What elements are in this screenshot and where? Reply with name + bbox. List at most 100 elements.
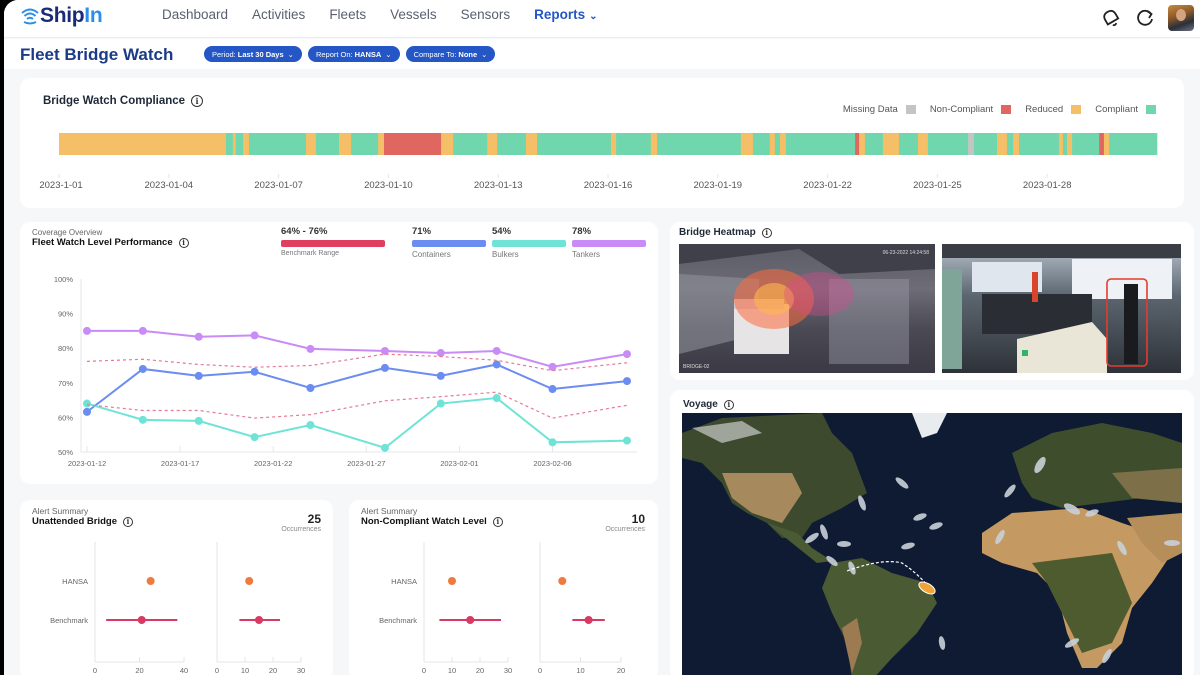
compliance-segment-reduced[interactable] bbox=[859, 133, 866, 155]
data-point-tankers[interactable] bbox=[83, 326, 91, 335]
compliance-segment-compliant[interactable] bbox=[927, 133, 969, 155]
data-point-bulkers[interactable] bbox=[306, 421, 315, 430]
compliance-segment-reduced[interactable] bbox=[882, 133, 900, 155]
nav-item-fleets[interactable]: Fleets bbox=[329, 7, 366, 22]
compliance-segment-non-compliant[interactable] bbox=[855, 133, 860, 155]
compliance-segment-compliant[interactable] bbox=[1006, 133, 1014, 155]
compliance-segment-compliant[interactable] bbox=[1072, 133, 1100, 155]
data-point-bulkers[interactable] bbox=[548, 438, 557, 447]
camera-feed-heatmap[interactable]: 06-23-2022 14:24:58 BRIDGE-02 bbox=[679, 244, 935, 373]
compliance-segment-reduced[interactable] bbox=[232, 133, 237, 155]
info-icon[interactable]: i bbox=[723, 399, 734, 410]
compliance-segment-compliant[interactable] bbox=[785, 133, 856, 155]
benchmark-point[interactable] bbox=[137, 616, 146, 624]
data-point-containers[interactable] bbox=[306, 383, 315, 392]
nav-item-activities[interactable]: Activities bbox=[252, 7, 305, 22]
data-point-tankers[interactable] bbox=[250, 331, 259, 340]
data-point-bulkers[interactable] bbox=[250, 433, 259, 442]
hansa-point[interactable] bbox=[558, 577, 567, 585]
compliance-segment-compliant[interactable] bbox=[1109, 133, 1158, 155]
compliance-segment-reduced[interactable] bbox=[997, 133, 1008, 155]
compliance-segment-compliant[interactable] bbox=[235, 133, 244, 155]
data-point-tankers[interactable] bbox=[623, 350, 631, 359]
filter-dropdown-0[interactable]: Period: Last 30 Days ⌄ bbox=[204, 46, 302, 62]
data-point-tankers[interactable] bbox=[436, 349, 445, 358]
data-point-containers[interactable] bbox=[436, 371, 445, 380]
info-icon[interactable]: i bbox=[761, 227, 772, 238]
compliance-segment-reduced[interactable] bbox=[378, 133, 385, 155]
compliance-segment-reduced[interactable] bbox=[1103, 133, 1110, 155]
filter-dropdown-1[interactable]: Report On: HANSA ⌄ bbox=[307, 46, 400, 62]
compliance-segment-reduced[interactable] bbox=[650, 133, 658, 155]
compliance-segment-compliant[interactable] bbox=[1062, 133, 1068, 155]
hansa-point[interactable] bbox=[448, 577, 456, 585]
refresh-icon[interactable] bbox=[1134, 7, 1156, 29]
data-point-containers[interactable] bbox=[83, 407, 91, 416]
bell-icon[interactable] bbox=[1100, 7, 1122, 29]
compliance-segment-reduced[interactable] bbox=[243, 133, 250, 155]
compliance-segment-reduced[interactable] bbox=[918, 133, 929, 155]
compliance-segment-compliant[interactable] bbox=[536, 133, 612, 155]
compliance-segment-compliant[interactable] bbox=[351, 133, 379, 155]
compliance-segment-compliant[interactable] bbox=[898, 133, 919, 155]
benchmark-point[interactable] bbox=[255, 616, 263, 624]
voyage-map[interactable] bbox=[682, 413, 1182, 675]
compliance-segment-reduced[interactable] bbox=[59, 133, 227, 155]
compliance-segment-non-compliant[interactable] bbox=[1099, 133, 1105, 155]
data-point-tankers[interactable] bbox=[194, 332, 203, 341]
data-point-containers[interactable] bbox=[194, 371, 203, 380]
data-point-bulkers[interactable] bbox=[623, 436, 631, 445]
compliance-segment-missing-data[interactable] bbox=[968, 133, 975, 155]
filter-dropdown-2[interactable]: Compare To: None ⌄ bbox=[405, 46, 496, 62]
hansa-point[interactable] bbox=[245, 577, 254, 585]
compliance-segment-reduced[interactable] bbox=[780, 133, 787, 155]
data-point-bulkers[interactable] bbox=[492, 394, 501, 403]
data-point-tankers[interactable] bbox=[138, 326, 147, 335]
data-point-tankers[interactable] bbox=[492, 346, 501, 355]
data-point-bulkers[interactable] bbox=[380, 443, 389, 452]
compliance-segment-reduced[interactable] bbox=[740, 133, 754, 155]
data-point-containers[interactable] bbox=[492, 360, 501, 369]
compliance-segment-compliant[interactable] bbox=[616, 133, 652, 155]
compliance-segment-compliant[interactable] bbox=[497, 133, 527, 155]
data-point-bulkers[interactable] bbox=[138, 415, 147, 424]
nav-item-reports[interactable]: Reports ⌄ bbox=[534, 7, 597, 22]
compliance-segment-reduced[interactable] bbox=[1058, 133, 1064, 155]
compliance-segment-compliant[interactable] bbox=[453, 133, 488, 155]
benchmark-point[interactable] bbox=[466, 616, 475, 624]
compliance-segment-reduced[interactable] bbox=[338, 133, 352, 155]
data-point-tankers[interactable] bbox=[306, 344, 315, 353]
nav-item-dashboard[interactable]: Dashboard bbox=[162, 7, 228, 22]
compliance-segment-compliant[interactable] bbox=[225, 133, 234, 155]
nav-item-vessels[interactable]: Vessels bbox=[390, 7, 437, 22]
compliance-segment-reduced[interactable] bbox=[441, 133, 454, 155]
data-point-containers[interactable] bbox=[623, 377, 631, 386]
data-point-containers[interactable] bbox=[380, 363, 389, 372]
compliance-segment-reduced[interactable] bbox=[769, 133, 776, 155]
camera-feed-detection[interactable] bbox=[942, 244, 1181, 373]
compliance-segment-reduced[interactable] bbox=[1066, 133, 1073, 155]
data-point-containers[interactable] bbox=[250, 367, 259, 376]
compliance-segment-compliant[interactable] bbox=[752, 133, 771, 155]
compliance-segment-compliant[interactable] bbox=[774, 133, 781, 155]
avatar[interactable] bbox=[1168, 5, 1194, 31]
data-point-containers[interactable] bbox=[548, 385, 557, 394]
compliance-segment-compliant[interactable] bbox=[974, 133, 998, 155]
compliance-segment-reduced[interactable] bbox=[306, 133, 317, 155]
data-point-bulkers[interactable] bbox=[83, 399, 91, 408]
compliance-segment-compliant[interactable] bbox=[315, 133, 340, 155]
logo[interactable]: ShipIn bbox=[20, 4, 103, 28]
compliance-segment-non-compliant[interactable] bbox=[384, 133, 442, 155]
benchmark-point[interactable] bbox=[584, 616, 593, 624]
data-point-bulkers[interactable] bbox=[436, 399, 445, 408]
nav-item-sensors[interactable]: Sensors bbox=[461, 7, 511, 22]
compliance-segment-reduced[interactable] bbox=[487, 133, 498, 155]
compliance-segment-compliant[interactable] bbox=[657, 133, 742, 155]
hansa-point[interactable] bbox=[146, 577, 155, 585]
compliance-segment-compliant[interactable] bbox=[1019, 133, 1060, 155]
compliance-segment-compliant[interactable] bbox=[248, 133, 307, 155]
compliance-segment-reduced[interactable] bbox=[610, 133, 617, 155]
compliance-segment-reduced[interactable] bbox=[1013, 133, 1020, 155]
data-point-containers[interactable] bbox=[138, 364, 147, 373]
compliance-segment-reduced[interactable] bbox=[526, 133, 538, 155]
